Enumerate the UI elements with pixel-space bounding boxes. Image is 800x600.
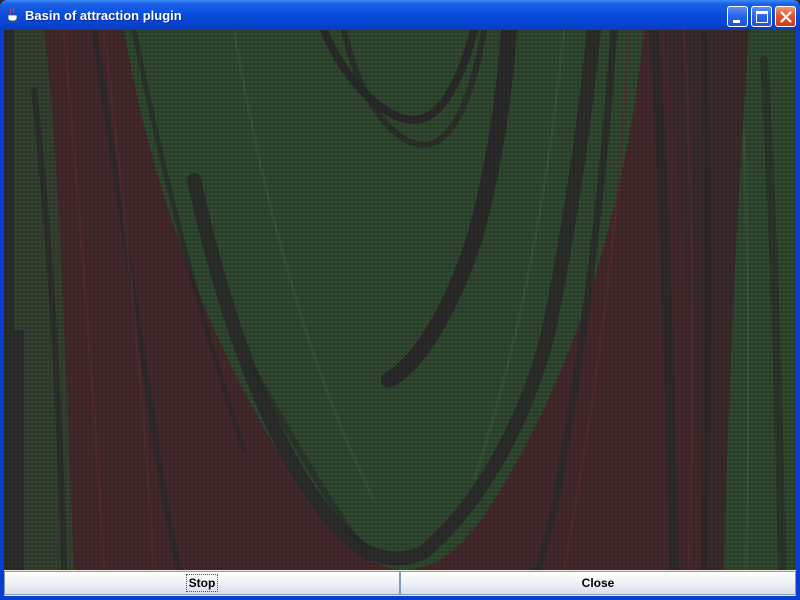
minimize-icon	[733, 20, 740, 23]
basin-plot-image	[4, 30, 796, 570]
close-button-label: Close	[581, 576, 615, 590]
app-window: Basin of attraction plugin Stop Close	[0, 0, 800, 600]
stop-button-label: Stop	[185, 574, 219, 592]
close-button[interactable]: Close	[400, 571, 796, 595]
close-icon	[780, 11, 792, 23]
close-window-button[interactable]	[775, 6, 796, 27]
java-coffee-icon	[6, 7, 20, 23]
basin-plot-canvas[interactable]	[4, 30, 796, 570]
client-area: Stop Close	[4, 30, 796, 596]
window-title: Basin of attraction plugin	[25, 8, 182, 23]
title-bar[interactable]: Basin of attraction plugin	[0, 0, 800, 30]
button-bar: Stop Close	[4, 570, 796, 596]
maximize-button[interactable]	[751, 6, 772, 27]
stop-button[interactable]: Stop	[4, 571, 400, 595]
maximize-icon	[756, 11, 768, 23]
minimize-button[interactable]	[727, 6, 748, 27]
